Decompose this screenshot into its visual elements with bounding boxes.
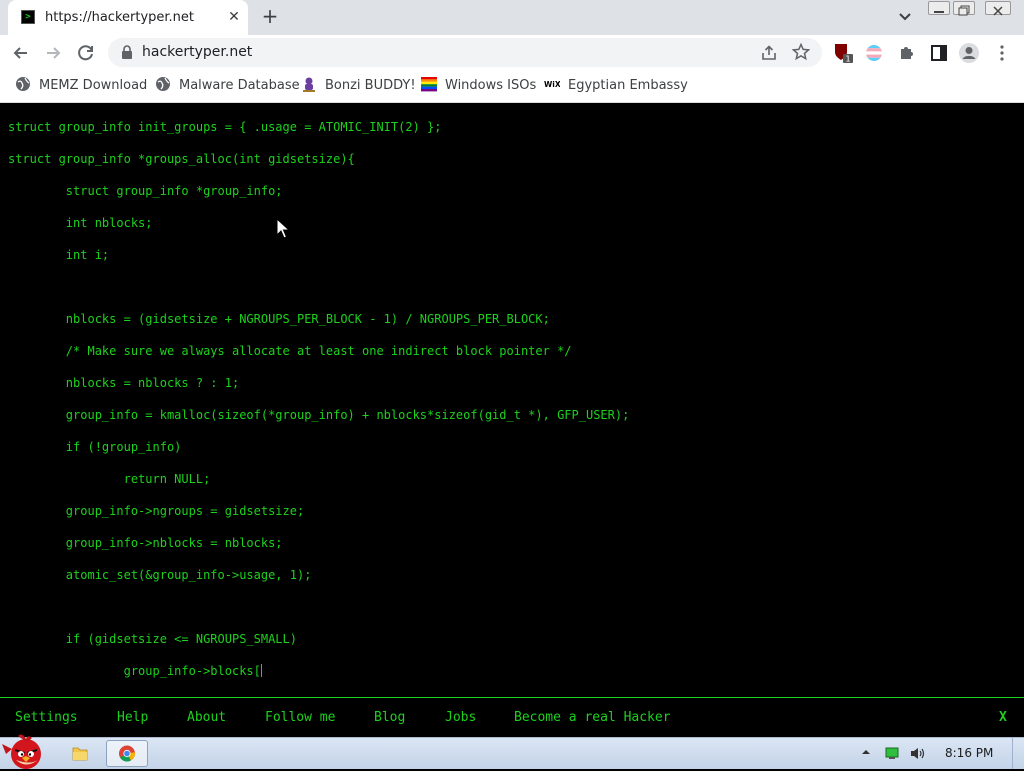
share-icon[interactable] (760, 44, 778, 62)
windows-flag-icon (421, 77, 437, 92)
code-line: nblocks = (gidsetsize + NGROUPS_PER_BLOC… (8, 312, 550, 326)
menu-about[interactable]: About (187, 710, 226, 725)
back-arrow-icon[interactable] (8, 40, 34, 66)
forward-arrow-icon[interactable] (40, 40, 66, 66)
reload-icon[interactable] (73, 40, 99, 66)
tab-strip: > https://hackertyper.net ✕ + (0, 0, 1024, 35)
svg-text:WiX: WiX (544, 80, 560, 89)
taskbar-clock[interactable]: 8:16 PM (945, 746, 993, 760)
code-line-last: group_info->blocks[ (8, 655, 629, 687)
chrome-logo-icon (119, 745, 136, 762)
mouse-pointer-icon (276, 218, 290, 239)
taskbar-explorer-button[interactable] (60, 740, 100, 767)
windows-taskbar: 8:16 PM (0, 734, 1024, 769)
window-minimize-button[interactable] (928, 1, 950, 15)
chrome-menu-kebab-icon[interactable] (993, 42, 1015, 64)
bookmark-memz[interactable]: MEMZ Download (15, 76, 147, 94)
menu-close-button[interactable]: X (999, 710, 1007, 725)
bookmark-windows-isos[interactable]: Windows ISOs (421, 76, 536, 94)
menu-settings[interactable]: Settings (15, 710, 78, 725)
code-line: /* Make sure we always allocate at least… (8, 344, 572, 358)
code-output[interactable]: struct group_info init_groups = { .usage… (8, 111, 629, 687)
wix-icon: WiX (544, 80, 560, 89)
bookmark-malware-database[interactable]: Malware Database (155, 76, 300, 94)
start-button-angry-bird-icon[interactable] (0, 732, 50, 769)
bookmark-bonzi-buddy[interactable]: Bonzi BUDDY! (301, 76, 416, 94)
tab-close-icon[interactable]: ✕ (226, 9, 242, 25)
hackertyper-page[interactable]: struct group_info init_groups = { .usage… (0, 103, 1024, 737)
window-close-button[interactable] (985, 1, 1011, 16)
address-bar[interactable]: hackertyper.net (108, 38, 822, 67)
address-url: hackertyper.net (142, 44, 253, 60)
code-line: struct group_info *groups_alloc(int gids… (8, 152, 355, 166)
folder-icon (72, 747, 88, 761)
menu-become-a-real-hacker[interactable]: Become a real Hacker (514, 710, 671, 725)
ublock-extension-icon[interactable]: 1 (832, 42, 854, 64)
tray-expand-arrow-icon[interactable] (860, 746, 872, 758)
lock-icon[interactable] (120, 45, 134, 60)
code-line-text: group_info->blocks[ (8, 664, 261, 678)
extensions-puzzle-icon[interactable] (896, 42, 918, 64)
code-line: group_info = kmalloc(sizeof(*group_info)… (8, 408, 630, 422)
bookmark-label: Bonzi BUDDY! (325, 78, 416, 93)
code-line: int nblocks; (8, 216, 153, 230)
bookmark-label: Windows ISOs (445, 78, 537, 93)
code-line: group_info->ngroups = gidsetsize; (8, 504, 305, 518)
code-line: struct group_info init_groups = { .usage… (8, 120, 442, 134)
bookmark-star-icon[interactable] (792, 43, 810, 61)
bookmark-label: MEMZ Download (39, 78, 148, 93)
code-line: nblocks = nblocks ? : 1; (8, 376, 240, 390)
bookmark-egyptian-embassy[interactable]: WiX Egyptian Embassy (544, 76, 688, 94)
browser-tab[interactable]: > https://hackertyper.net ✕ (8, 0, 248, 35)
side-panel-icon[interactable] (928, 42, 950, 64)
tab-search-chevron-icon[interactable] (895, 8, 915, 26)
menu-help[interactable]: Help (117, 710, 148, 725)
taskbar-chrome-button[interactable] (106, 740, 148, 767)
network-icon[interactable] (885, 747, 899, 760)
volume-speaker-icon[interactable] (910, 747, 926, 760)
trans-flag-extension-icon[interactable] (863, 42, 885, 64)
code-line: return NULL; (8, 472, 211, 486)
code-line: struct group_info *group_info; (8, 184, 283, 198)
menu-jobs[interactable]: Jobs (445, 710, 476, 725)
code-line: group_info->nblocks = nblocks; (8, 536, 283, 550)
new-tab-button[interactable]: + (259, 5, 281, 27)
globe-icon (16, 77, 30, 91)
bookmark-label: Malware Database (179, 78, 300, 93)
bookmarks-bar: MEMZ Download Malware Database Bonzi BUD… (0, 70, 1024, 100)
code-line: if (gidsetsize <= NGROUPS_SMALL) (8, 632, 297, 646)
text-cursor (260, 664, 262, 677)
browser-window: > https://hackertyper.net ✕ + hackertype… (0, 0, 1024, 103)
menu-follow-me[interactable]: Follow me (265, 710, 335, 725)
terminal-favicon-icon: > (21, 10, 35, 24)
browser-toolbar: hackertyper.net 1 (0, 35, 1024, 70)
globe-icon (156, 77, 170, 91)
code-line: atomic_set(&group_info->usage, 1); (8, 568, 312, 582)
bookmark-label: Egyptian Embassy (568, 78, 688, 93)
extension-badge: 1 (845, 55, 850, 64)
code-line: int i; (8, 248, 110, 262)
window-restore-button[interactable] (953, 1, 975, 16)
bottom-menu-bar: Settings Help About Follow me Blog Jobs … (0, 697, 1024, 738)
profile-avatar-icon[interactable] (958, 42, 980, 64)
tab-title: https://hackertyper.net (45, 10, 195, 25)
menu-blog[interactable]: Blog (374, 710, 405, 725)
code-line: if (!group_info) (8, 440, 182, 454)
show-desktop-button[interactable] (1012, 738, 1024, 769)
bonzi-icon (303, 77, 315, 92)
